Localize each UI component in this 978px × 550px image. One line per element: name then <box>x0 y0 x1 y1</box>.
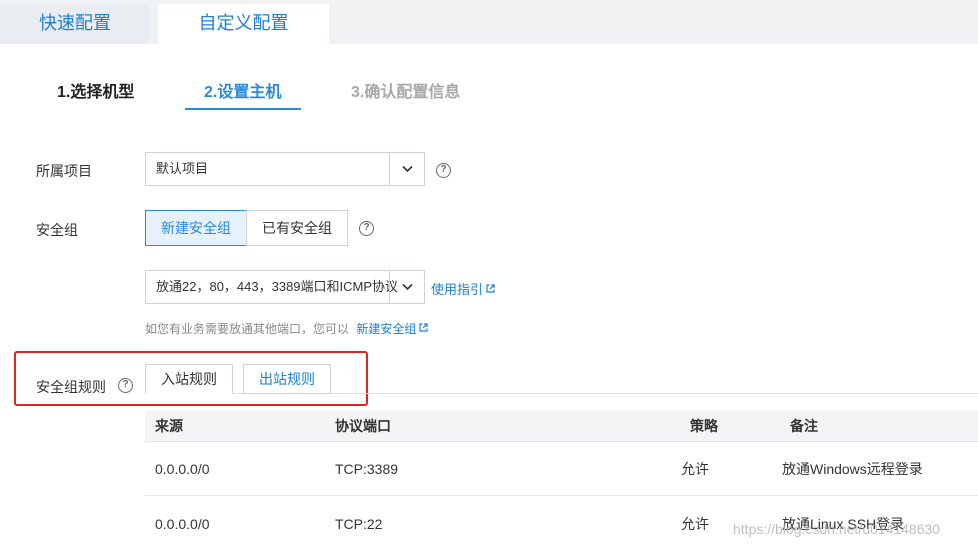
column-header-note: 备注 <box>790 418 818 434</box>
table-row: 0.0.0.0/0 TCP:3389 允许 放通Windows远程登录 <box>145 442 978 496</box>
tab-custom-config[interactable]: 自定义配置 <box>158 4 329 44</box>
external-link-icon <box>419 323 428 332</box>
rules-help-icon[interactable]: ? <box>118 378 133 393</box>
tab-quick-config[interactable]: 快速配置 <box>0 4 150 44</box>
new-security-group-button[interactable]: 新建安全组 <box>145 210 247 246</box>
cell-protocol-port: TCP:22 <box>335 516 383 532</box>
project-select[interactable]: 默认项目 <box>145 152 425 186</box>
cell-source: 0.0.0.0/0 <box>155 461 210 477</box>
column-header-protocol-port: 协议端口 <box>335 418 391 434</box>
existing-security-group-button[interactable]: 已有安全组 <box>246 210 348 246</box>
security-group-rules-label: 安全组规则 <box>36 379 106 395</box>
security-group-help-icon[interactable]: ? <box>359 221 374 236</box>
usage-guide-link[interactable]: 使用指引 <box>431 279 495 298</box>
cell-protocol-port: TCP:3389 <box>335 461 399 477</box>
column-header-policy: 策略 <box>690 418 718 434</box>
security-group-template-select[interactable]: 放通22，80，443，3389端口和ICMP协议 <box>145 270 425 304</box>
security-group-label: 安全组 <box>36 222 78 238</box>
cell-source: 0.0.0.0/0 <box>155 516 210 532</box>
cell-policy: 允许 <box>681 516 709 532</box>
usage-guide-link-text: 使用指引 <box>431 282 484 297</box>
cell-note: 放通Windows远程登录 <box>782 461 923 477</box>
security-group-hint: 如您有业务需要放通其他端口，您可以 新建安全组 <box>145 320 428 337</box>
step-select-instance[interactable]: 1.选择机型 <box>57 78 134 102</box>
watermark-text: https://blog.csdn.net/u014148630 <box>733 521 941 537</box>
hint-text: 如您有业务需要放通其他端口，您可以 <box>145 322 350 336</box>
config-mode-tabs: 快速配置 自定义配置 <box>0 0 978 44</box>
step-confirm-config: 3.确认配置信息 <box>351 84 461 101</box>
active-step-underline <box>185 108 301 110</box>
project-select-value: 默认项目 <box>156 161 209 176</box>
new-security-group-link-text: 新建安全组 <box>356 322 417 336</box>
cell-policy: 允许 <box>681 461 709 477</box>
column-header-source: 来源 <box>155 418 183 434</box>
rules-table-header: 来源 协议端口 策略 备注 <box>145 410 978 442</box>
chevron-down-icon[interactable] <box>389 271 424 303</box>
project-help-icon[interactable]: ? <box>436 163 451 178</box>
external-link-icon <box>486 284 495 293</box>
chevron-down-icon[interactable] <box>389 153 424 185</box>
tab-inbound-rules[interactable]: 入站规则 <box>145 364 233 394</box>
tab-outbound-rules[interactable]: 出站规则 <box>243 364 331 394</box>
project-label: 所属项目 <box>36 163 92 179</box>
security-group-template-value: 放通22，80，443，3389端口和ICMP协议 <box>156 279 399 294</box>
new-security-group-link[interactable]: 新建安全组 <box>356 322 428 336</box>
step-configure-host[interactable]: 2.设置主机 <box>204 78 281 102</box>
